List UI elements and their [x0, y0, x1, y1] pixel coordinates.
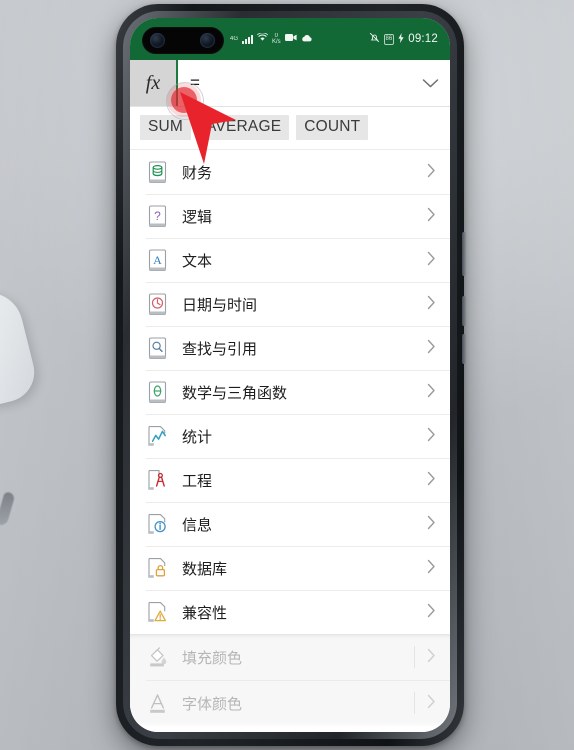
- chevron-right-icon: [427, 251, 436, 270]
- list-item-database[interactable]: 数据库: [130, 546, 450, 590]
- front-camera-lens-left: [150, 33, 165, 48]
- chevron-right-icon: [427, 207, 436, 226]
- finance-icon: [146, 160, 168, 184]
- list-item-label: 逻辑: [182, 208, 213, 226]
- engineering-icon: [146, 468, 168, 492]
- volume-down-button[interactable]: [462, 334, 466, 364]
- chevron-right-icon: [427, 515, 436, 534]
- cloud-icon: [301, 34, 313, 45]
- svg-text:A: A: [153, 253, 162, 267]
- list-item-logic[interactable]: ? 逻辑: [130, 194, 450, 238]
- math-icon: [146, 380, 168, 404]
- tap-indicator: [171, 87, 197, 113]
- font-color-icon: [146, 691, 168, 715]
- formula-input[interactable]: =: [178, 60, 410, 106]
- chevron-right-icon: [427, 295, 436, 314]
- list-item-finance[interactable]: 财务: [130, 150, 450, 194]
- list-item-label: 统计: [182, 428, 213, 446]
- network-speed-indicator: 0 K/s: [272, 33, 281, 45]
- disabled-tools-section: 填充颜色 字体颜色: [130, 634, 450, 726]
- status-bar-right-icons: 86 09:12: [369, 32, 438, 46]
- chevron-right-icon: [427, 648, 436, 667]
- bolt-icon: [398, 32, 404, 46]
- list-item-lookup-reference[interactable]: 查找与引用: [130, 326, 450, 370]
- list-item-font-color[interactable]: 字体颜色: [130, 680, 450, 726]
- chevron-right-icon: [427, 163, 436, 182]
- chevron-right-icon: [427, 383, 436, 402]
- quick-function-chip-average[interactable]: AVERAGE: [198, 115, 290, 140]
- battery-percent-label: 86: [385, 35, 393, 42]
- volume-up-button[interactable]: [462, 296, 466, 326]
- chevron-right-icon: [427, 339, 436, 358]
- chevron-right-icon: [427, 694, 436, 713]
- network-speed-unit: K/s: [272, 39, 281, 45]
- list-item-compatibility[interactable]: 兼容性: [130, 590, 450, 634]
- chevron-right-icon: [427, 603, 436, 622]
- function-category-list: 财务 ? 逻辑 A 文本 日期与时间 查找与引用 数学与三角函数 统计 工程 信…: [130, 150, 450, 634]
- scene: 4G 0 K/s 86 09:12 fx = SUM AVERAGE COUNT…: [0, 0, 574, 750]
- list-item-label: 数据库: [182, 560, 228, 578]
- list-item-label: 文本: [182, 252, 213, 270]
- quick-function-chip-count[interactable]: COUNT: [296, 115, 369, 140]
- camera-punch-hole: [142, 27, 224, 54]
- list-item-text[interactable]: A 文本: [130, 238, 450, 282]
- desk-object-speck: [0, 491, 16, 527]
- status-bar: 4G 0 K/s 86 09:12: [130, 18, 450, 60]
- datetime-icon: [146, 292, 168, 316]
- signal-strength-icon: [242, 34, 254, 44]
- list-item-label: 数学与三角函数: [182, 384, 288, 402]
- list-item-label: 兼容性: [182, 604, 228, 622]
- screen-bottom-fade: [130, 722, 450, 732]
- list-item-label: 字体颜色: [182, 695, 243, 713]
- list-item-label: 工程: [182, 472, 213, 490]
- list-item-label: 填充颜色: [182, 649, 243, 667]
- chevron-right-icon: [427, 471, 436, 490]
- chevron-down-icon[interactable]: [410, 60, 450, 106]
- battery-indicator: 86: [383, 33, 395, 45]
- chevron-right-icon: [427, 559, 436, 578]
- status-bar-clock: 09:12: [408, 33, 438, 45]
- video-record-icon: [284, 33, 297, 45]
- status-bar-left-icons: 4G 0 K/s: [230, 32, 313, 45]
- wifi-icon: [256, 32, 269, 45]
- phone-device: 4G 0 K/s 86 09:12 fx = SUM AVERAGE COUNT…: [116, 4, 466, 746]
- network-type-label: 4G: [230, 36, 239, 42]
- front-camera-lens-right: [200, 33, 215, 48]
- row-divider: [414, 692, 415, 714]
- information-icon: [146, 512, 168, 536]
- list-item-engineering[interactable]: 工程: [130, 458, 450, 502]
- list-item-math-trigonometry[interactable]: 数学与三角函数: [130, 370, 450, 414]
- list-item-label: 查找与引用: [182, 340, 258, 358]
- bell-mute-icon: [369, 32, 380, 46]
- database-icon: [146, 556, 168, 580]
- lookup-icon: [146, 336, 168, 360]
- desk-object-mouse: [0, 285, 41, 411]
- row-divider: [414, 646, 415, 668]
- text-icon: A: [146, 248, 168, 272]
- phone-screen: 4G 0 K/s 86 09:12 fx = SUM AVERAGE COUNT…: [130, 18, 450, 732]
- compatibility-icon: [146, 600, 168, 624]
- list-item-label: 财务: [182, 164, 213, 182]
- list-item-label: 日期与时间: [182, 296, 258, 314]
- list-item-date-time[interactable]: 日期与时间: [130, 282, 450, 326]
- chevron-right-icon: [427, 427, 436, 446]
- list-item-statistics[interactable]: 统计: [130, 414, 450, 458]
- fill-color-icon: [146, 645, 168, 669]
- list-item-fill-color[interactable]: 填充颜色: [130, 634, 450, 680]
- power-button[interactable]: [462, 232, 466, 276]
- list-item-information[interactable]: 信息: [130, 502, 450, 546]
- statistics-icon: [146, 424, 168, 448]
- logic-icon: ?: [146, 204, 168, 228]
- svg-text:?: ?: [154, 209, 161, 223]
- list-item-label: 信息: [182, 516, 213, 534]
